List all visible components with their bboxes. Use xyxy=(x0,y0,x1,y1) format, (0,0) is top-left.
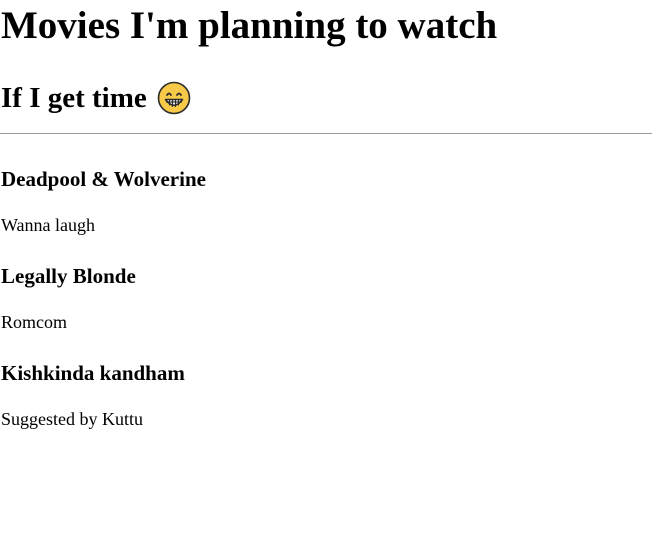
subtitle-text: If I get time xyxy=(1,82,147,114)
movie-item: Kishkinda kandham Suggested by Kuttu xyxy=(1,359,641,429)
movie-note: Romcom xyxy=(1,312,67,332)
page-subtitle: If I get time xyxy=(1,78,191,118)
movie-title: Legally Blonde xyxy=(1,264,136,288)
movie-item: Deadpool & Wolverine Wanna laugh xyxy=(1,165,641,235)
movie-title: Kishkinda kandham xyxy=(1,361,185,385)
movie-note: Wanna laugh xyxy=(1,215,96,235)
page-title: Movies I'm planning to watch xyxy=(1,4,498,47)
section-divider xyxy=(0,133,652,134)
grinning-face-icon xyxy=(157,81,191,115)
movie-item: Legally Blonde Romcom xyxy=(1,262,641,332)
movie-title: Deadpool & Wolverine xyxy=(1,167,206,191)
movie-note: Suggested by Kuttu xyxy=(1,409,143,429)
